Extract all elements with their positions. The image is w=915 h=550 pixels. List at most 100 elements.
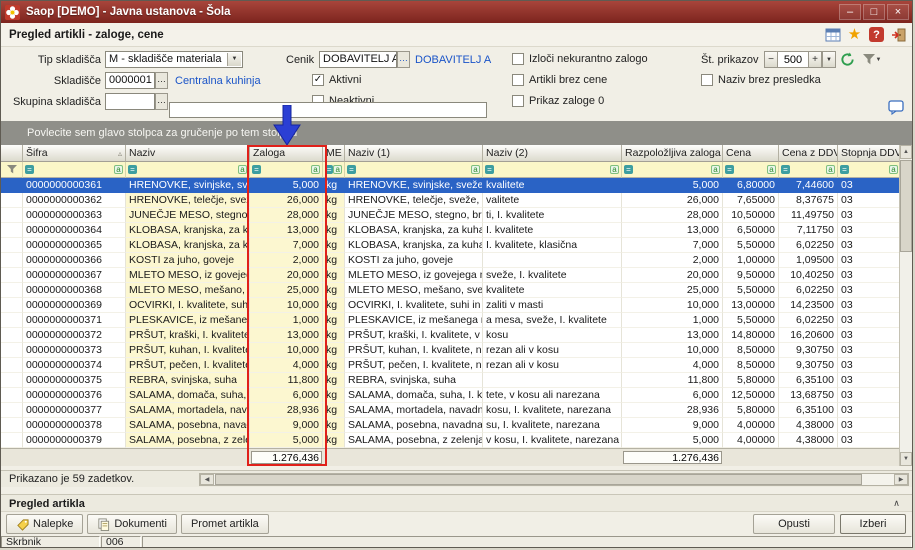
chevron-down-icon[interactable]: ▼ (822, 51, 836, 68)
table-row[interactable]: 0000000000366 KOSTI za juho, goveje 2,000 k… (1, 253, 901, 268)
table-row[interactable]: 0000000000363JUNEČJE MESO, stegno, brez … (1, 208, 901, 223)
filter-cell-razpolozljiva[interactable]: = a (622, 162, 723, 178)
exit-icon[interactable] (890, 26, 907, 43)
filter-az-icon[interactable]: a (889, 165, 898, 174)
filter-operator-icon[interactable]: = (725, 165, 734, 174)
column-header-me[interactable]: ME (323, 145, 345, 162)
table-row[interactable]: 0000000000379SALAMA, posebna, z zelenjav… (1, 433, 901, 448)
column-header-sifra[interactable]: Šifra ▵ (23, 145, 126, 162)
naziv-brez-presledka-checkbox[interactable]: ✓ Naziv brez presledka (701, 74, 821, 86)
table-row[interactable]: 0000000000375 REBRA, svinjska, suha 11,800… (1, 373, 901, 388)
table-row[interactable]: 0000000000372 PRŠUT, kraški, I. kvalitete… (1, 328, 901, 343)
maximize-button[interactable]: □ (863, 4, 885, 20)
filter-cell-sifra[interactable]: = a (23, 162, 126, 178)
vertical-scrollbar[interactable]: ▲ ▼ (899, 145, 912, 466)
column-header-razpolozljiva[interactable]: Razpoložljiva zaloga (622, 145, 723, 162)
quick-search-input[interactable] (169, 102, 487, 118)
chevron-down-icon[interactable]: ▼ (227, 53, 241, 66)
filter-cell-naziv2[interactable]: = a (483, 162, 622, 178)
column-header-cena[interactable]: Cena (723, 145, 779, 162)
collapse-section-icon[interactable]: ∧ (889, 496, 904, 511)
filter-cell-naziv[interactable]: = a (126, 162, 250, 178)
filter-operator-icon[interactable]: = (781, 165, 790, 174)
table-row[interactable]: 0000000000367MLETO MESO, iz govejega mes… (1, 268, 901, 283)
column-header-naziv1[interactable]: Naziv (1) (345, 145, 483, 162)
column-header-zaloga[interactable]: Zaloga (250, 145, 323, 162)
filter-az-icon[interactable]: a (114, 165, 123, 174)
dokumenti-button[interactable]: Dokumenti (87, 514, 177, 534)
filter-cell-stopnja[interactable]: = a (838, 162, 901, 178)
table-row[interactable]: 0000000000371PLESKAVICE, iz mešanega mle… (1, 313, 901, 328)
table-row[interactable]: 0000000000377SALAMA, mortadela, navadna,… (1, 403, 901, 418)
filter-operator-icon[interactable]: = (624, 165, 633, 174)
table-row[interactable]: 0000000000364KLOBASA, kranjska, za kuhan… (1, 223, 901, 238)
tip-skladisca-select[interactable]: M - skladišče materiala ▼ (105, 51, 243, 68)
table-row[interactable]: 0000000000362HRENOVKE, telečje, sveže, I… (1, 193, 901, 208)
filter-cell-cena[interactable]: = a (723, 162, 779, 178)
artikli-brez-cene-checkbox[interactable]: ✓ Artikli brez cene (512, 74, 607, 86)
group-by-bar[interactable]: Povlecite sem glavo stolpca za gručenje … (1, 121, 912, 145)
prikaz-zaloge-checkbox[interactable]: ✓ Prikaz zaloge 0 (512, 95, 604, 107)
filter-menu-icon[interactable]: ▼ (860, 51, 884, 68)
vertical-scroll-thumb[interactable] (900, 160, 912, 252)
cenik-link[interactable]: DOBAVITELJ A (415, 54, 491, 66)
table-row[interactable]: 0000000000365KLOBASA, kranjska, za kuhan… (1, 238, 901, 253)
filter-az-icon[interactable]: a (471, 165, 480, 174)
filter-operator-icon[interactable]: = (485, 165, 494, 174)
skladisce-input[interactable]: 0000001 (105, 72, 155, 89)
minus-button[interactable]: − (764, 51, 778, 68)
skupina-input[interactable] (105, 93, 155, 110)
izloci-checkbox[interactable]: ✓ Izloči nekurantno zalogo (512, 53, 648, 65)
filter-operator-icon[interactable]: = (128, 165, 137, 174)
column-header-naziv2[interactable]: Naziv (2) (483, 145, 622, 162)
horizontal-scroll-thumb[interactable] (215, 474, 862, 485)
aktivni-checkbox[interactable]: ✓ Aktivni (312, 74, 361, 86)
skladisce-lookup-button[interactable]: … (155, 72, 168, 89)
filter-cell-me[interactable]: = a (323, 162, 345, 178)
skladisce-link[interactable]: Centralna kuhinja (175, 75, 261, 87)
table-row[interactable]: 0000000000376SALAMA, domača, suha, I. kv… (1, 388, 901, 403)
promet-artikla-button[interactable]: Promet artikla (180, 514, 269, 534)
column-header-stopnja[interactable]: Stopnja DDV (838, 145, 901, 162)
cenik-input[interactable]: DOBAVITELJ A (319, 51, 397, 68)
nalepke-button[interactable]: Nalepke (6, 514, 84, 534)
filter-cell-cena_ddv[interactable]: = a (779, 162, 838, 178)
column-header-naziv[interactable]: Naziv (126, 145, 250, 162)
filter-operator-icon[interactable]: = (252, 165, 261, 174)
help-icon[interactable]: ? (868, 26, 885, 43)
scroll-up-icon[interactable]: ▲ (900, 145, 912, 159)
plus-button[interactable]: + (808, 51, 822, 68)
table-row[interactable]: 0000000000368MLETO MESO, mešano, sveže, … (1, 283, 901, 298)
filter-az-icon[interactable]: a (826, 165, 835, 174)
horizontal-scrollbar[interactable]: ◀ ▶ (199, 473, 909, 486)
filter-operator-icon[interactable]: = (347, 165, 356, 174)
st-prikazov-value[interactable]: 500 (778, 51, 808, 68)
scroll-left-icon[interactable]: ◀ (200, 474, 214, 485)
table-row[interactable]: 0000000000369 OCVIRKI, I. kvalitete, suhi… (1, 298, 901, 313)
refresh-icon[interactable] (839, 51, 856, 68)
filter-cell-zaloga[interactable]: = a (250, 162, 323, 178)
table-row[interactable]: 0000000000378SALAMA, posebna, navadna, v… (1, 418, 901, 433)
filter-az-icon[interactable]: a (333, 165, 342, 174)
filter-cell-naziv1[interactable]: = a (345, 162, 483, 178)
table-row[interactable]: 0000000000361HRENOVKE, svinjske, sveže, … (1, 178, 901, 193)
table-row[interactable]: 0000000000374 PRŠUT, pečen, I. kvalitete,… (1, 358, 901, 373)
filter-az-icon[interactable]: a (711, 165, 720, 174)
minimize-button[interactable]: – (839, 4, 861, 20)
opusti-button[interactable]: Opusti (753, 514, 835, 534)
cenik-lookup-button[interactable]: … (397, 51, 410, 68)
filter-operator-icon[interactable]: = (840, 165, 849, 174)
filter-az-icon[interactable]: a (238, 165, 247, 174)
close-button[interactable]: × (887, 4, 909, 20)
izberi-button[interactable]: Izberi (840, 514, 906, 534)
column-header-cena_ddv[interactable]: Cena z DDV (779, 145, 838, 162)
filter-az-icon[interactable]: a (767, 165, 776, 174)
filter-operator-icon[interactable]: = (325, 165, 334, 174)
filter-operator-icon[interactable]: = (25, 165, 34, 174)
scroll-down-icon[interactable]: ▼ (900, 452, 912, 466)
note-bubble-icon[interactable] (887, 99, 904, 116)
grid-settings-icon[interactable] (824, 26, 841, 43)
filter-az-icon[interactable]: a (311, 165, 320, 174)
table-row[interactable]: 0000000000373 PRŠUT, kuhan, I. kvalitete,… (1, 343, 901, 358)
filter-az-icon[interactable]: a (610, 165, 619, 174)
